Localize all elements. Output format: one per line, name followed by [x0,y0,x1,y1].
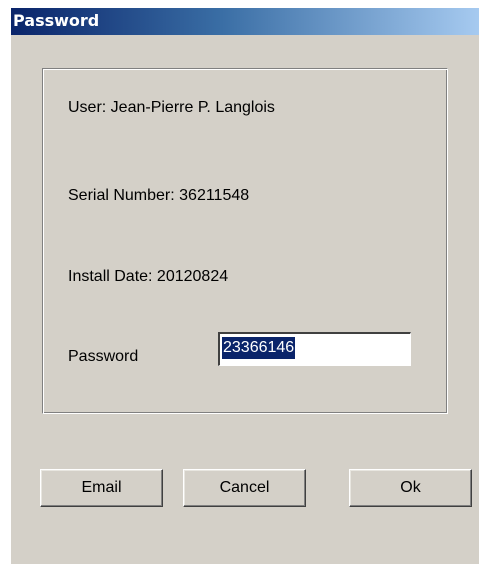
serial-number-label: Serial Number: 36211548 [68,187,250,204]
password-input[interactable]: 23366146 [218,332,411,366]
email-button[interactable]: Email [40,469,163,507]
install-date-label: Install Date: 20120824 [68,268,229,285]
ok-button[interactable]: Ok [349,469,472,507]
title-bar[interactable]: Password [11,8,479,35]
password-dialog: Password User: Jean-Pierre P. Langlois S… [11,8,479,564]
user-label: User: Jean-Pierre P. Langlois [68,99,275,116]
cancel-button[interactable]: Cancel [183,469,306,507]
window-title: Password [13,11,100,30]
password-value-selected: 23366146 [222,337,296,359]
password-label: Password [68,348,139,365]
